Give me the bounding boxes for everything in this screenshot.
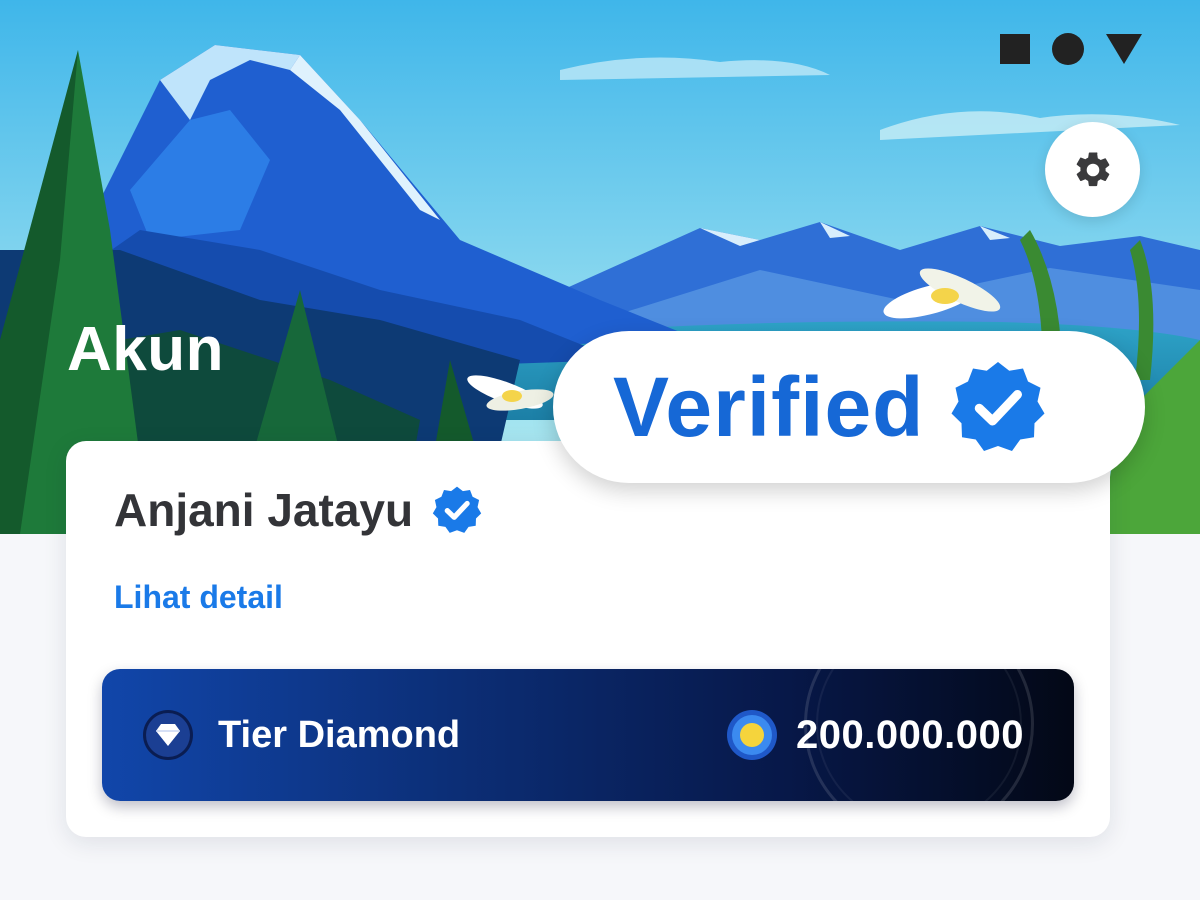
user-name-row: Anjani Jatayu xyxy=(114,483,483,537)
tier-bar[interactable]: Tier Diamond 200.000.000 xyxy=(102,669,1074,801)
verified-badge-icon xyxy=(432,486,482,533)
page-title: Akun xyxy=(67,315,224,384)
gear-icon xyxy=(1076,151,1109,186)
diamond-icon xyxy=(143,710,193,760)
verified-badge: Verified xyxy=(553,331,1145,483)
tier-info: Tier Diamond xyxy=(142,669,460,801)
circle-icon[interactable] xyxy=(1052,33,1084,65)
points-info: 200.000.000 xyxy=(726,669,1024,801)
profile-card: Anjani Jatayu Lihat detail Tier Diamond xyxy=(66,441,1110,837)
coin-icon xyxy=(727,710,778,760)
user-name: Anjani Jatayu xyxy=(114,484,414,536)
triangle-icon[interactable] xyxy=(1106,34,1142,64)
tier-label: Tier Diamond xyxy=(218,713,461,756)
system-icons xyxy=(1000,33,1142,65)
points-value: 200.000.000 xyxy=(796,712,1024,757)
verified-label: Verified xyxy=(613,359,925,454)
verified-badge-icon xyxy=(951,362,1045,451)
detail-link[interactable]: Lihat detail xyxy=(114,579,283,616)
settings-button[interactable] xyxy=(1045,122,1140,217)
square-icon[interactable] xyxy=(1000,34,1030,64)
